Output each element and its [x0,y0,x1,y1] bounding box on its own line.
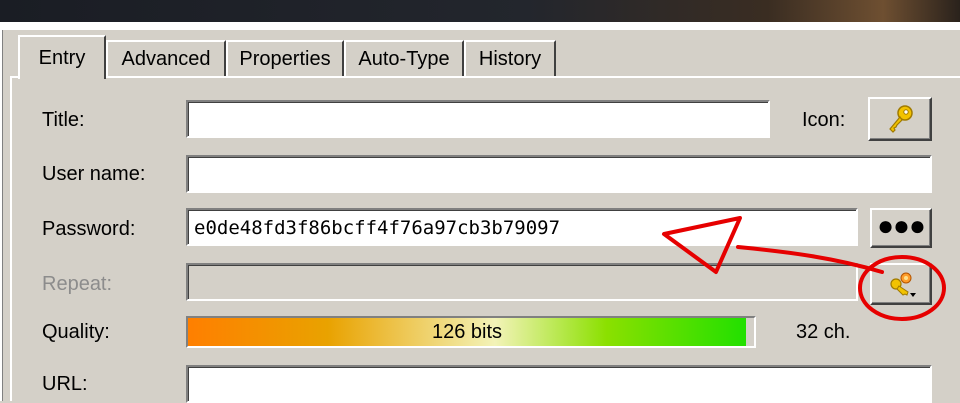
tab-advanced[interactable]: Advanced [106,40,226,76]
password-value: e0de48fd3f86bcff4f76a97cb3b79097 [194,217,561,239]
tab-properties[interactable]: Properties [226,40,344,76]
title-field[interactable] [186,100,770,138]
password-generator-icon [890,272,916,297]
url-label: URL: [42,373,88,395]
repeat-label: Repeat: [42,273,113,295]
password-length: 32 ch. [796,321,851,343]
quality-meter: 126 bits [186,316,756,348]
title-label: Title: [42,109,85,131]
quality-bits: 126 bits [431,320,503,343]
password-generator-button[interactable] [870,263,932,305]
show-password-button[interactable]: ●●● [870,208,932,248]
key-icon [889,105,913,133]
frame-edge-shadow [2,30,3,401]
dots-icon: ●●● [877,210,926,241]
username-label: User name: [42,163,146,185]
repeat-field [186,263,858,301]
icon-label: Icon: [802,109,846,131]
window-titlebar [0,0,960,22]
tab-auto-type[interactable]: Auto-Type [344,40,464,76]
titlebar-divider [0,22,960,30]
icon-picker-button[interactable] [868,97,932,141]
tab-entry[interactable]: Entry [18,35,106,79]
quality-label: Quality: [42,321,110,343]
url-field[interactable] [186,365,932,403]
password-label: Password: [42,218,136,240]
tab-history[interactable]: History [464,40,556,76]
password-field[interactable]: e0de48fd3f86bcff4f76a97cb3b79097 [186,208,858,246]
username-field[interactable] [186,155,932,193]
